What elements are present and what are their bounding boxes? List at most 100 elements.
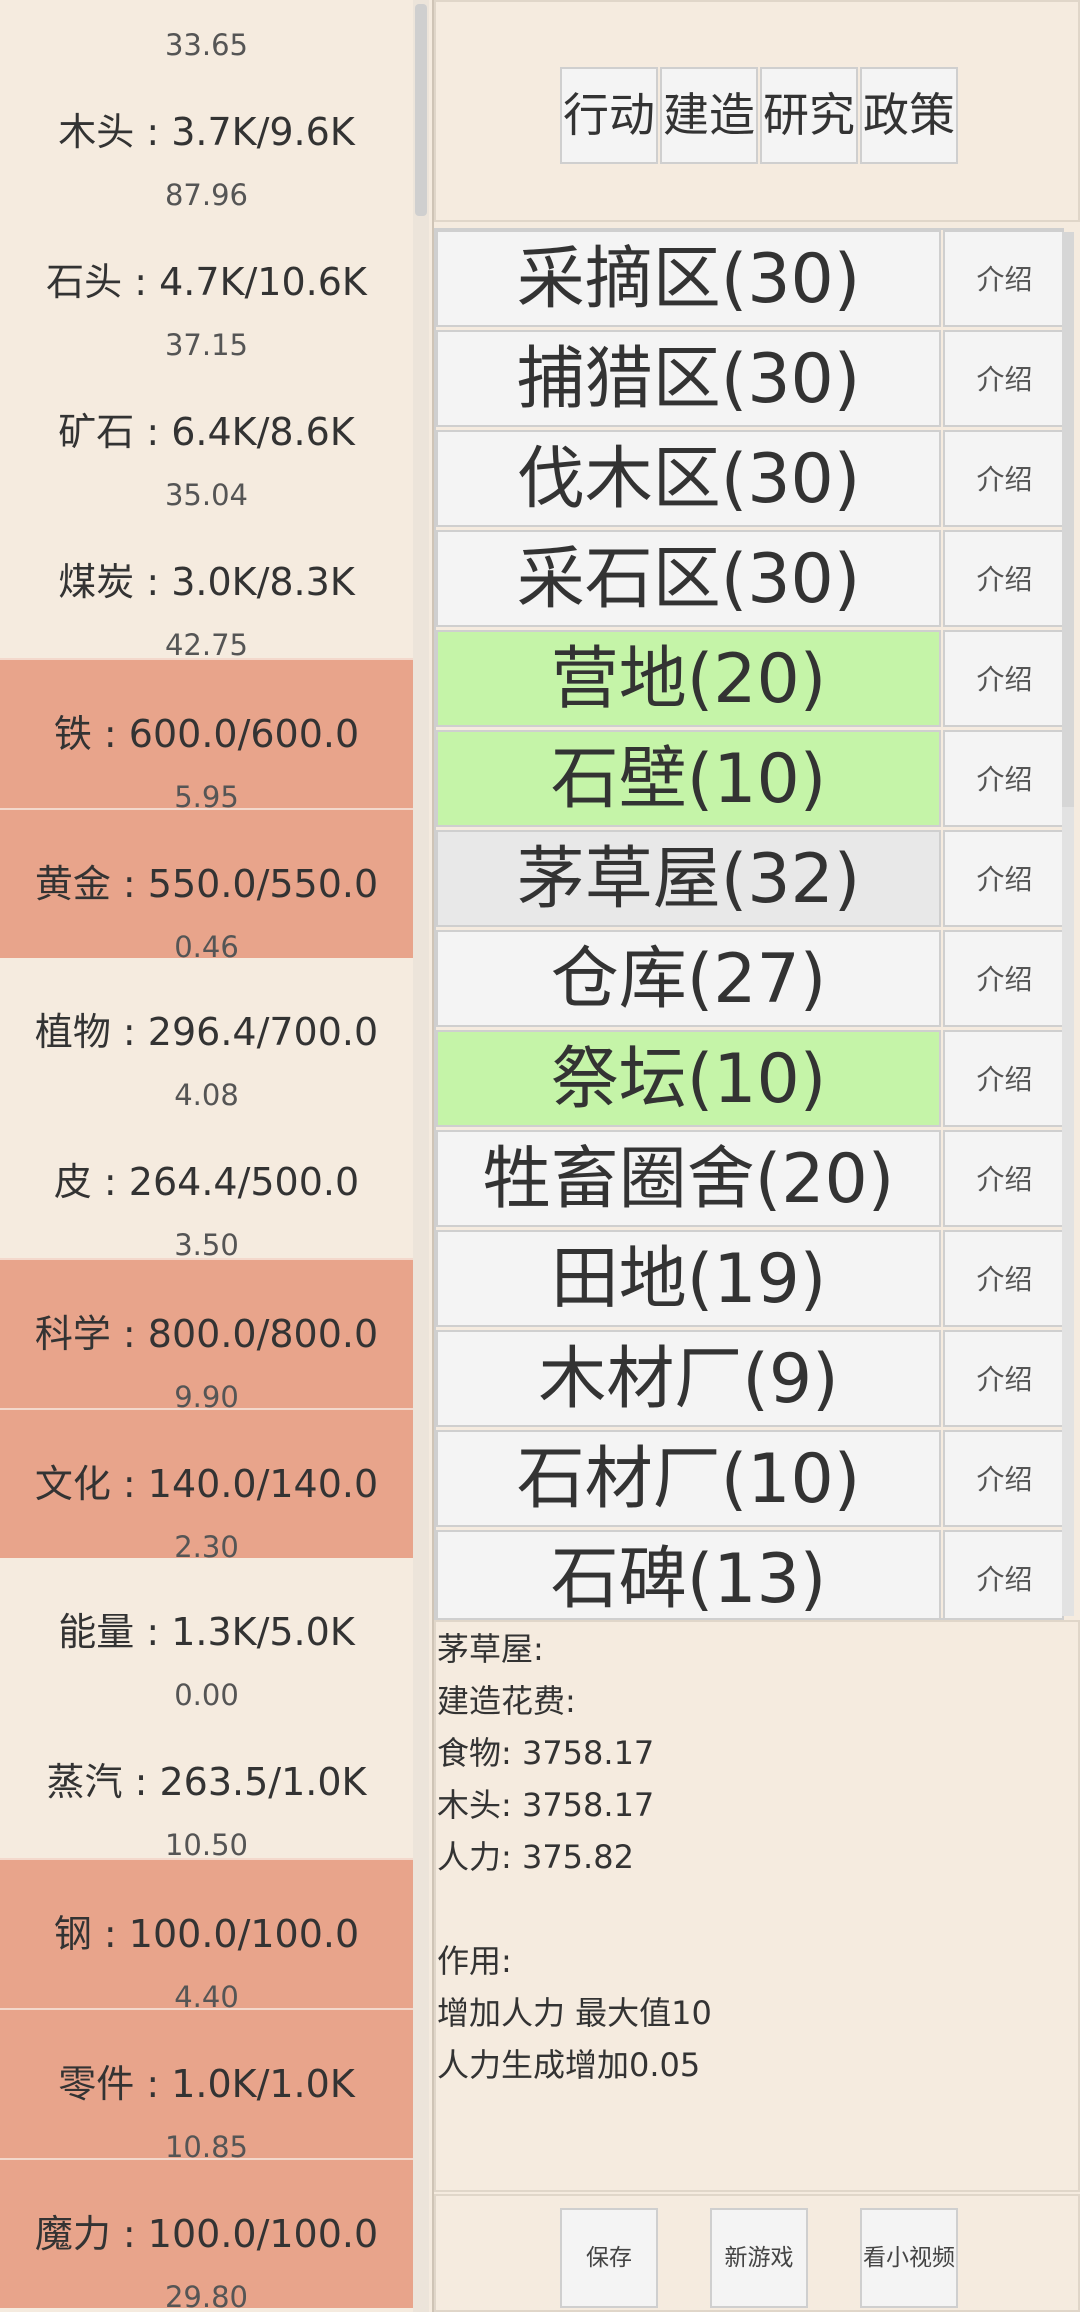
resource-row: 科学 : 800.0/800.0 9.90 (0, 1258, 413, 1414)
resource-row: 文化 : 140.0/140.0 2.30 (0, 1408, 413, 1564)
resource-rate: 33.65 (164, 28, 249, 62)
resource-rate: 0.00 (174, 1678, 239, 1712)
resource-amount: 皮 : 264.4/500.0 (53, 1160, 360, 1204)
resource-amount: 魔力 : 100.0/100.0 (34, 2212, 379, 2256)
resource-row: 钢 : 100.0/100.0 4.40 (0, 1858, 413, 2014)
watch-video-button[interactable]: 看小视频 (860, 2208, 958, 2308)
resource-row: 石头 : 4.7K/10.6K 37.15 (0, 208, 413, 362)
building-row: 祭坛(10) 介绍 (436, 1030, 1062, 1130)
info-button[interactable]: 介绍 (943, 1530, 1062, 1618)
resource-amount: 木头 : 3.7K/9.6K (58, 110, 355, 154)
building-detail: 茅草屋: 建造花费: 食物: 3758.17 木头: 3758.17 人力: 375.8… (434, 1620, 1080, 2192)
detail-line: 木头: 3758.17 (437, 1786, 655, 1824)
building-row: 茅草屋(32) 介绍 (436, 830, 1062, 930)
building-list[interactable]: 采摘区(30) 介绍 捕猎区(30) 介绍 伐木区(30) 介绍 采石区(30) 介绍 营地(2… (434, 228, 1064, 1620)
resource-amount: 钢 : 100.0/100.0 (53, 1912, 360, 1956)
building-button[interactable]: 采摘区(30) (436, 230, 941, 327)
info-button[interactable]: 介绍 (943, 1130, 1062, 1227)
resource-row: 黄金 : 550.0/550.0 0.46 (0, 808, 413, 964)
building-button[interactable]: 石碑(13) (436, 1530, 941, 1618)
resource-panel: 33.65 木头 : 3.7K/9.6K 87.96 石头 : 4.7K/10.6K… (0, 0, 415, 2312)
resource-row: 能量 : 1.3K/5.0K 0.00 (0, 1558, 413, 1712)
info-button[interactable]: 介绍 (943, 530, 1062, 627)
resource-amount: 煤炭 : 3.0K/8.3K (58, 560, 355, 604)
building-row: 石壁(10) 介绍 (436, 730, 1062, 830)
resource-rate: 29.80 (164, 2280, 249, 2312)
info-button[interactable]: 介绍 (943, 330, 1062, 427)
building-list-scrollbar-thumb[interactable] (1062, 232, 1074, 807)
resource-row: 零件 : 1.0K/1.0K 10.85 (0, 2008, 413, 2164)
resource-scrollbar-thumb[interactable] (415, 4, 427, 216)
info-button[interactable]: 介绍 (943, 1230, 1062, 1327)
save-button[interactable]: 保存 (560, 2208, 658, 2308)
info-button[interactable]: 介绍 (943, 430, 1062, 527)
building-button[interactable]: 采石区(30) (436, 530, 941, 627)
tab-research[interactable]: 研究 (760, 67, 858, 164)
resource-rate: 37.15 (164, 328, 249, 362)
resource-row: 煤炭 : 3.0K/8.3K 42.75 (0, 508, 413, 662)
building-row: 木材厂(9) 介绍 (436, 1330, 1062, 1430)
building-button[interactable]: 祭坛(10) (436, 1030, 941, 1127)
resource-row: 木头 : 3.7K/9.6K 87.96 (0, 58, 413, 212)
info-button[interactable]: 介绍 (943, 830, 1062, 927)
building-button[interactable]: 伐木区(30) (436, 430, 941, 527)
detail-line: 建造花费: (437, 1682, 576, 1720)
resource-rate: 3.50 (174, 1228, 239, 1262)
building-row: 田地(19) 介绍 (436, 1230, 1062, 1330)
resource-amount: 黄金 : 550.0/550.0 (34, 862, 379, 906)
info-button[interactable]: 介绍 (943, 1430, 1062, 1527)
building-row: 采摘区(30) 介绍 (436, 230, 1062, 330)
resource-amount: 石头 : 4.7K/10.6K (46, 260, 367, 304)
tab-action[interactable]: 行动 (560, 67, 658, 164)
resource-amount: 文化 : 140.0/140.0 (34, 1462, 379, 1506)
resource-rate: 87.96 (164, 178, 249, 212)
info-button[interactable]: 介绍 (943, 1330, 1062, 1427)
tab-build[interactable]: 建造 (660, 67, 758, 164)
building-row: 采石区(30) 介绍 (436, 530, 1062, 630)
building-row: 捕猎区(30) 介绍 (436, 330, 1062, 430)
resource-row: 矿石 : 6.4K/8.6K 35.04 (0, 358, 413, 512)
building-button[interactable]: 牲畜圈舍(20) (436, 1130, 941, 1227)
tab-policy[interactable]: 政策 (860, 67, 958, 164)
resource-scrollbar[interactable] (413, 0, 429, 2312)
resource-rate: 4.08 (174, 1078, 239, 1112)
info-button[interactable]: 介绍 (943, 230, 1062, 327)
resource-row: 蒸汽 : 263.5/1.0K 10.50 (0, 1708, 413, 1862)
building-row: 牲畜圈舍(20) 介绍 (436, 1130, 1062, 1230)
resource-row: 铁 : 600.0/600.0 5.95 (0, 658, 413, 814)
tab-bar: 行动 建造 研究 政策 (434, 0, 1080, 222)
detail-line: 食物: 3758.17 (437, 1734, 655, 1772)
resource-amount: 蒸汽 : 263.5/1.0K (46, 1760, 367, 1804)
new-game-button[interactable]: 新游戏 (710, 2208, 808, 2308)
footer-bar: 保存 新游戏 看小视频 (434, 2194, 1080, 2312)
building-button[interactable]: 捕猎区(30) (436, 330, 941, 427)
detail-line: 茅草屋: (437, 1630, 544, 1668)
building-row: 伐木区(30) 介绍 (436, 430, 1062, 530)
building-button[interactable]: 石壁(10) (436, 730, 941, 827)
detail-line: 增加人力 最大值10 (437, 1994, 712, 2032)
building-row: 仓库(27) 介绍 (436, 930, 1062, 1030)
info-button[interactable]: 介绍 (943, 930, 1062, 1027)
resource-amount: 植物 : 296.4/700.0 (34, 1010, 379, 1054)
resource-rate: 10.50 (164, 1828, 249, 1862)
main-panel: 行动 建造 研究 政策 采摘区(30) 介绍 捕猎区(30) 介绍 伐木区(30) 介绍采… (432, 0, 1080, 2312)
resource-row: 植物 : 296.4/700.0 4.08 (0, 958, 413, 1112)
detail-line: 人力: 375.82 (437, 1838, 634, 1876)
info-button[interactable]: 介绍 (943, 1030, 1062, 1127)
resource-row: 皮 : 264.4/500.0 3.50 (0, 1108, 413, 1262)
building-row: 石碑(13) 介绍 (436, 1530, 1062, 1618)
resource-amount: 科学 : 800.0/800.0 (34, 1312, 379, 1356)
info-button[interactable]: 介绍 (943, 630, 1062, 727)
building-button[interactable]: 石材厂(10) (436, 1430, 941, 1527)
resource-rate: 35.04 (164, 478, 249, 512)
building-button[interactable]: 茅草屋(32) (436, 830, 941, 927)
building-button[interactable]: 仓库(27) (436, 930, 941, 1027)
detail-line: 作用: (437, 1942, 512, 1980)
building-button[interactable]: 木材厂(9) (436, 1330, 941, 1427)
building-button[interactable]: 营地(20) (436, 630, 941, 727)
building-button[interactable]: 田地(19) (436, 1230, 941, 1327)
building-row: 营地(20) 介绍 (436, 630, 1062, 730)
resource-amount: 能量 : 1.3K/5.0K (58, 1610, 355, 1654)
info-button[interactable]: 介绍 (943, 730, 1062, 827)
building-row: 石材厂(10) 介绍 (436, 1430, 1062, 1530)
